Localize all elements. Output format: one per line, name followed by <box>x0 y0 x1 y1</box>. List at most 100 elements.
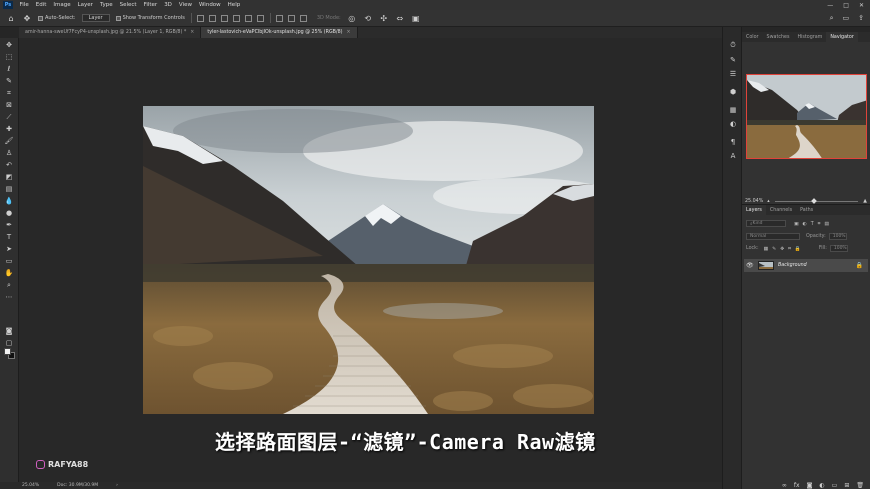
align-right-icon[interactable] <box>256 14 264 22</box>
status-zoom[interactable]: 25.04% <box>22 483 39 488</box>
tab-paths[interactable]: Paths <box>796 205 817 215</box>
blur-tool-icon[interactable]: 💧 <box>3 196 15 206</box>
document-image[interactable] <box>143 106 594 414</box>
filter-type-icons[interactable]: ▣◐T⌗▤ <box>794 221 833 227</box>
menu-help[interactable]: Help <box>224 2 244 8</box>
zoom-out-icon[interactable]: ▴ <box>767 199 769 204</box>
close-tab-icon[interactable]: × <box>347 30 351 35</box>
home-icon[interactable]: ⌂ <box>6 13 16 23</box>
paragraph-panel-icon[interactable]: ¶ <box>728 137 738 146</box>
tab-document-2[interactable]: tyler-lastovich-eVaPClbjIOk-unsplash.jpg… <box>201 27 358 38</box>
quick-select-tool-icon[interactable]: ✎ <box>3 76 15 86</box>
brush-tool-icon[interactable]: 🖌 <box>3 136 15 146</box>
orbit-3d-icon[interactable]: ◎ <box>347 13 357 23</box>
quick-mask-icon[interactable]: ◙ <box>3 326 15 336</box>
zoom-tool-icon[interactable]: ⌕ <box>3 280 15 290</box>
menu-file[interactable]: File <box>16 2 32 8</box>
path-select-tool-icon[interactable]: ➤ <box>3 244 15 254</box>
eye-icon[interactable]: 👁 <box>746 262 754 269</box>
3d-panel-icon[interactable]: ⬢ <box>728 87 738 96</box>
distribute-icon-2[interactable] <box>287 14 295 22</box>
menu-layer[interactable]: Layer <box>74 2 96 8</box>
crop-tool-icon[interactable]: ⌗ <box>3 88 15 98</box>
close-button[interactable]: ✕ <box>859 2 864 9</box>
minimize-button[interactable]: — <box>827 2 833 9</box>
adjustments-panel-icon[interactable]: ☰ <box>728 69 738 78</box>
add-mask-icon[interactable]: ◙ <box>807 482 813 489</box>
eyedropper-tool-icon[interactable]: ⟋ <box>3 112 15 122</box>
menu-image[interactable]: Image <box>50 2 74 8</box>
tab-navigator[interactable]: Navigator <box>826 32 858 42</box>
tab-channels[interactable]: Channels <box>766 205 796 215</box>
character-panel-icon[interactable]: A <box>728 151 738 160</box>
menu-filter[interactable]: Filter <box>140 2 161 8</box>
more-tools-icon[interactable]: ⋯ <box>3 292 15 302</box>
menu-select[interactable]: Select <box>116 2 140 8</box>
share-icon[interactable]: ⇪ <box>858 14 864 23</box>
search-icon[interactable]: ⌕ <box>830 14 834 23</box>
fill-input[interactable]: 100% <box>829 245 848 252</box>
blend-mode-dropdown[interactable]: Normal <box>746 233 800 240</box>
brush-panel-icon[interactable]: ✎ <box>728 55 738 64</box>
opacity-input[interactable]: 100% <box>828 233 847 240</box>
fx-icon[interactable]: fx <box>794 482 800 489</box>
menu-edit[interactable]: Edit <box>32 2 50 8</box>
menu-type[interactable]: Type <box>96 2 116 8</box>
roll-3d-icon[interactable]: ⟲ <box>363 13 373 23</box>
status-arrow-icon[interactable]: › <box>116 483 118 488</box>
delete-layer-icon[interactable]: 🗑 <box>856 482 864 489</box>
align-left-icon[interactable] <box>232 14 240 22</box>
align-hcenter-icon[interactable] <box>244 14 252 22</box>
eraser-tool-icon[interactable]: ◩ <box>3 172 15 182</box>
marquee-tool-icon[interactable]: ⬚ <box>3 52 15 62</box>
tab-histogram[interactable]: Histogram <box>793 32 826 42</box>
healing-tool-icon[interactable]: ✚ <box>3 124 15 134</box>
new-layer-icon[interactable]: ⊞ <box>844 482 849 489</box>
link-layers-icon[interactable]: ∞ <box>782 482 787 489</box>
type-tool-icon[interactable]: T <box>3 232 15 242</box>
tab-swatches[interactable]: Swatches <box>763 32 794 42</box>
slide-3d-icon[interactable]: ⇔ <box>395 13 405 23</box>
workspace-icon[interactable]: ▭ <box>843 14 850 23</box>
lasso-tool-icon[interactable]: ℓ <box>3 64 15 74</box>
ps-logo-icon[interactable]: Ps <box>3 1 13 9</box>
distribute-icon[interactable] <box>275 14 283 22</box>
align-vcenter-icon[interactable] <box>208 14 216 22</box>
history-panel-icon[interactable]: ⏱ <box>728 41 738 50</box>
distribute-icon-3[interactable] <box>299 14 307 22</box>
zoom-slider[interactable] <box>774 197 859 204</box>
canvas-area[interactable]: 选择路面图层-“滤镜”-Camera Raw滤镜 <box>19 38 722 482</box>
zoom-slider-knob[interactable] <box>811 197 818 204</box>
pen-tool-icon[interactable]: ✒ <box>3 220 15 230</box>
shape-tool-icon[interactable]: ▭ <box>3 256 15 266</box>
align-top-icon[interactable] <box>196 14 204 22</box>
tab-color[interactable]: Color <box>742 32 763 42</box>
zoom-in-icon[interactable]: ▲ <box>863 199 867 204</box>
new-group-icon[interactable]: ▭ <box>832 482 838 489</box>
dodge-tool-icon[interactable]: ● <box>3 208 15 218</box>
navigator-preview[interactable] <box>746 74 867 159</box>
adjustment-layer-icon[interactable]: ◐ <box>819 482 824 489</box>
move-tool-icon[interactable]: ✥ <box>22 13 32 23</box>
navigator-zoom-value[interactable]: 25.04% <box>745 199 763 204</box>
menu-view[interactable]: View <box>175 2 195 8</box>
hand-tool-icon[interactable]: ✋ <box>3 268 15 278</box>
properties-panel-icon[interactable]: ◐ <box>728 119 738 128</box>
screen-mode-icon[interactable]: ▢ <box>3 338 15 348</box>
kind-filter-dropdown[interactable]: ⌕ Kind <box>746 220 786 227</box>
move-tool-icon[interactable]: ✥ <box>3 40 15 50</box>
libraries-panel-icon[interactable]: ▦ <box>728 105 738 114</box>
stamp-tool-icon[interactable]: ♙ <box>3 148 15 158</box>
align-bottom-icon[interactable] <box>220 14 228 22</box>
maximize-button[interactable]: □ <box>843 2 849 9</box>
drag-3d-icon[interactable]: ✣ <box>379 13 389 23</box>
scale-3d-icon[interactable]: ▣ <box>411 13 421 23</box>
frame-tool-icon[interactable]: ⊠ <box>3 100 15 110</box>
menu-window[interactable]: Window <box>195 2 224 8</box>
gradient-tool-icon[interactable]: ▤ <box>3 184 15 194</box>
show-transform-checkbox[interactable] <box>115 15 121 21</box>
close-tab-icon[interactable]: × <box>190 30 194 35</box>
auto-select-dropdown[interactable]: Layer <box>81 14 110 22</box>
foreground-color-swatch[interactable] <box>4 348 11 355</box>
layer-row-background[interactable]: 👁 Background 🔒 <box>744 259 868 272</box>
